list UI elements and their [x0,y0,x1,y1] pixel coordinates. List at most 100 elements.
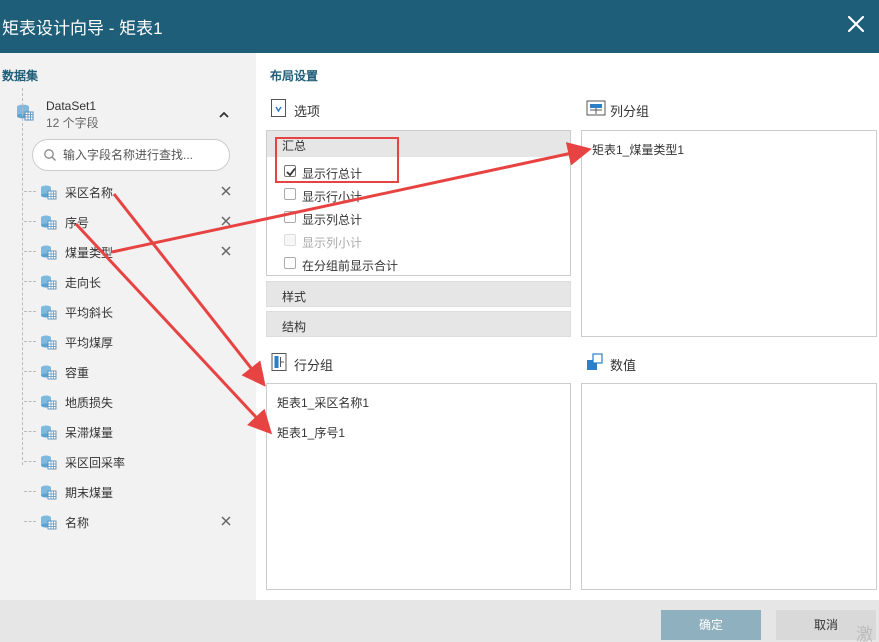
field-name: 采区回采率 [65,456,126,470]
options-icon [271,99,286,117]
values-dropzone[interactable] [581,383,877,590]
field-name: 期末煤量 [65,486,114,500]
row-group-dropzone[interactable]: 矩表1_采区名称1 矩表1_序号1 [266,383,571,590]
row-group-item[interactable]: 矩表1_序号1 [277,424,345,441]
summary-section-header[interactable]: 汇总 [267,131,570,157]
tree-branch [24,281,36,282]
option-checkbox[interactable]: 显示列总计 [282,209,442,227]
column-group-dropzone[interactable]: 矩表1_煤量类型1 [581,130,877,337]
dataset-panel-title: 数据集 [2,69,39,83]
structure-section-header[interactable]: 结构 [266,311,571,337]
field-icon [41,215,57,230]
field-item[interactable]: 序号 [24,210,240,234]
values-label: 数值 [610,358,637,373]
field-icon [41,395,57,410]
field-icon [41,365,57,380]
dialog-title-bar: 矩表设计向导 - 矩表1 [0,0,879,53]
row-group-item[interactable]: 矩表1_采区名称1 [277,394,369,411]
tree-branch [24,371,36,372]
dialog-title: 矩表设计向导 - 矩表1 [2,19,163,38]
field-item[interactable]: 平均斜长 [24,300,240,324]
dataset-name[interactable]: DataSet1 [46,99,96,113]
remove-icon[interactable] [220,185,232,197]
row-group-icon [271,353,287,371]
field-item[interactable]: 容重 [24,360,240,384]
field-item[interactable]: 煤量类型 [24,240,240,264]
column-group-label: 列分组 [610,104,650,119]
checkbox-box[interactable] [284,211,296,223]
field-icon [41,185,57,200]
remove-icon[interactable] [220,515,232,527]
field-icon [41,515,57,530]
structure-section-label: 结构 [282,320,307,334]
row-group-label: 行分组 [294,358,334,373]
remove-icon[interactable] [220,245,232,257]
chevron-up-icon[interactable] [217,108,231,122]
field-item[interactable]: 名称 [24,510,240,534]
tree-branch [24,461,36,462]
option-checkbox[interactable]: 显示行小计 [282,186,442,204]
field-item[interactable]: 采区名称 [24,180,240,204]
option-checkbox[interactable]: 在分组前显示合计 [282,255,442,273]
values-icon [587,353,603,370]
checkbox-label: 显示行总计 [302,167,363,181]
checkmark-icon [286,167,296,177]
checkbox-label: 在分组前显示合计 [302,259,399,273]
field-item[interactable]: 平均煤厚 [24,330,240,354]
checkbox-label: 显示列总计 [302,213,363,227]
checkbox-box[interactable] [284,257,296,269]
option-checkbox[interactable]: 显示行总计 [282,163,442,181]
close-icon[interactable] [846,14,866,34]
field-item[interactable]: 呆滞煤量 [24,420,240,444]
field-icon [41,275,57,290]
field-icon [41,305,57,320]
field-name: 容重 [65,366,90,380]
field-name: 煤量类型 [65,246,114,260]
tree-branch [24,191,36,192]
field-name: 平均斜长 [65,306,114,320]
options-header: 选项 [270,98,350,120]
checkbox-box [284,234,296,246]
watermark-text: 激 [856,625,873,642]
field-icon [41,455,57,470]
checkbox-box[interactable] [284,188,296,200]
tree-branch [24,341,36,342]
style-section-header[interactable]: 样式 [266,281,571,307]
database-icon [17,104,34,121]
options-label: 选项 [294,104,321,119]
field-icon [41,425,57,440]
options-panel: 汇总 显示行总计显示行小计显示列总计显示列小计在分组前显示合计 [266,130,571,276]
summary-section-label: 汇总 [282,139,307,153]
dataset-field-count: 12 个字段 [46,116,99,130]
layout-title: 布局设置 [270,69,319,83]
field-icon [41,245,57,260]
column-group-icon [586,100,606,116]
tree-branch [24,491,36,492]
column-group-item[interactable]: 矩表1_煤量类型1 [592,141,684,158]
search-input[interactable] [63,146,223,164]
field-name: 平均煤厚 [65,336,114,350]
column-group-header: 列分组 [586,98,686,120]
ok-button[interactable]: 确定 [661,610,761,640]
values-header: 数值 [586,352,686,374]
field-item[interactable]: 地质损失 [24,390,240,414]
field-search[interactable] [32,139,230,171]
field-name: 名称 [65,516,90,530]
checkbox-label: 显示列小计 [302,236,363,250]
tree-branch [24,521,36,522]
field-item[interactable]: 采区回采率 [24,450,240,474]
option-checkbox: 显示列小计 [282,232,442,250]
field-item[interactable]: 走向长 [24,270,240,294]
field-name: 走向长 [65,276,102,290]
tree-branch [24,311,36,312]
style-section-label: 样式 [282,290,307,304]
tree-branch [24,221,36,222]
tree-guide-line [22,88,23,465]
checkbox-box[interactable] [284,165,296,177]
field-name: 采区名称 [65,186,114,200]
field-name: 地质损失 [65,396,114,410]
field-name: 序号 [65,216,90,230]
remove-icon[interactable] [220,215,232,227]
field-item[interactable]: 期末煤量 [24,480,240,504]
field-name: 呆滞煤量 [65,426,114,440]
